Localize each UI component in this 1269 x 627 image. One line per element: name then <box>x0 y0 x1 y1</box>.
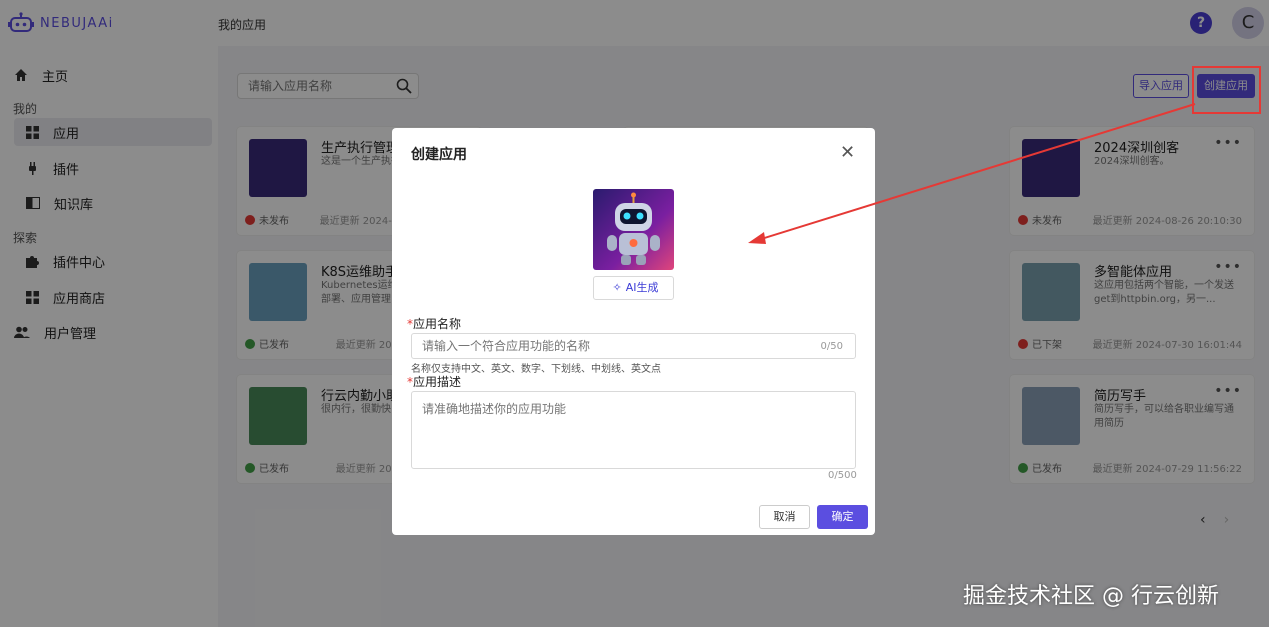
app-desc-field[interactable] <box>411 391 856 469</box>
ai-generate-label: AI生成 <box>625 281 659 294</box>
dialog-title: 创建应用 <box>411 147 467 163</box>
name-char-counter: 0/50 <box>820 341 843 352</box>
app-desc-textarea[interactable] <box>412 392 852 466</box>
app-name-label: *应用名称 <box>407 317 462 331</box>
annotation-highlight-box <box>1192 66 1261 114</box>
close-icon[interactable]: ✕ <box>840 142 855 163</box>
watermark: 掘金技术社区 @ 行云创新 <box>963 584 1219 609</box>
confirm-button[interactable]: 确定 <box>817 505 868 529</box>
app-name-field[interactable]: 0/50 <box>411 333 856 359</box>
create-app-dialog: 创建应用 ✕ ✧AI生成 *应用名称 0/50 名称仅支持中文、英文、数字、下划… <box>392 128 875 535</box>
ai-generate-button[interactable]: ✧ AI生成 <box>593 276 674 300</box>
app-name-input[interactable] <box>412 334 792 358</box>
cancel-button[interactable]: 取消 <box>759 505 810 529</box>
sparkle-icon: ✧ <box>612 281 622 294</box>
desc-char-counter: 0/500 <box>828 470 857 481</box>
app-desc-label: *应用描述 <box>407 375 462 389</box>
app-avatar-image[interactable] <box>593 189 674 270</box>
